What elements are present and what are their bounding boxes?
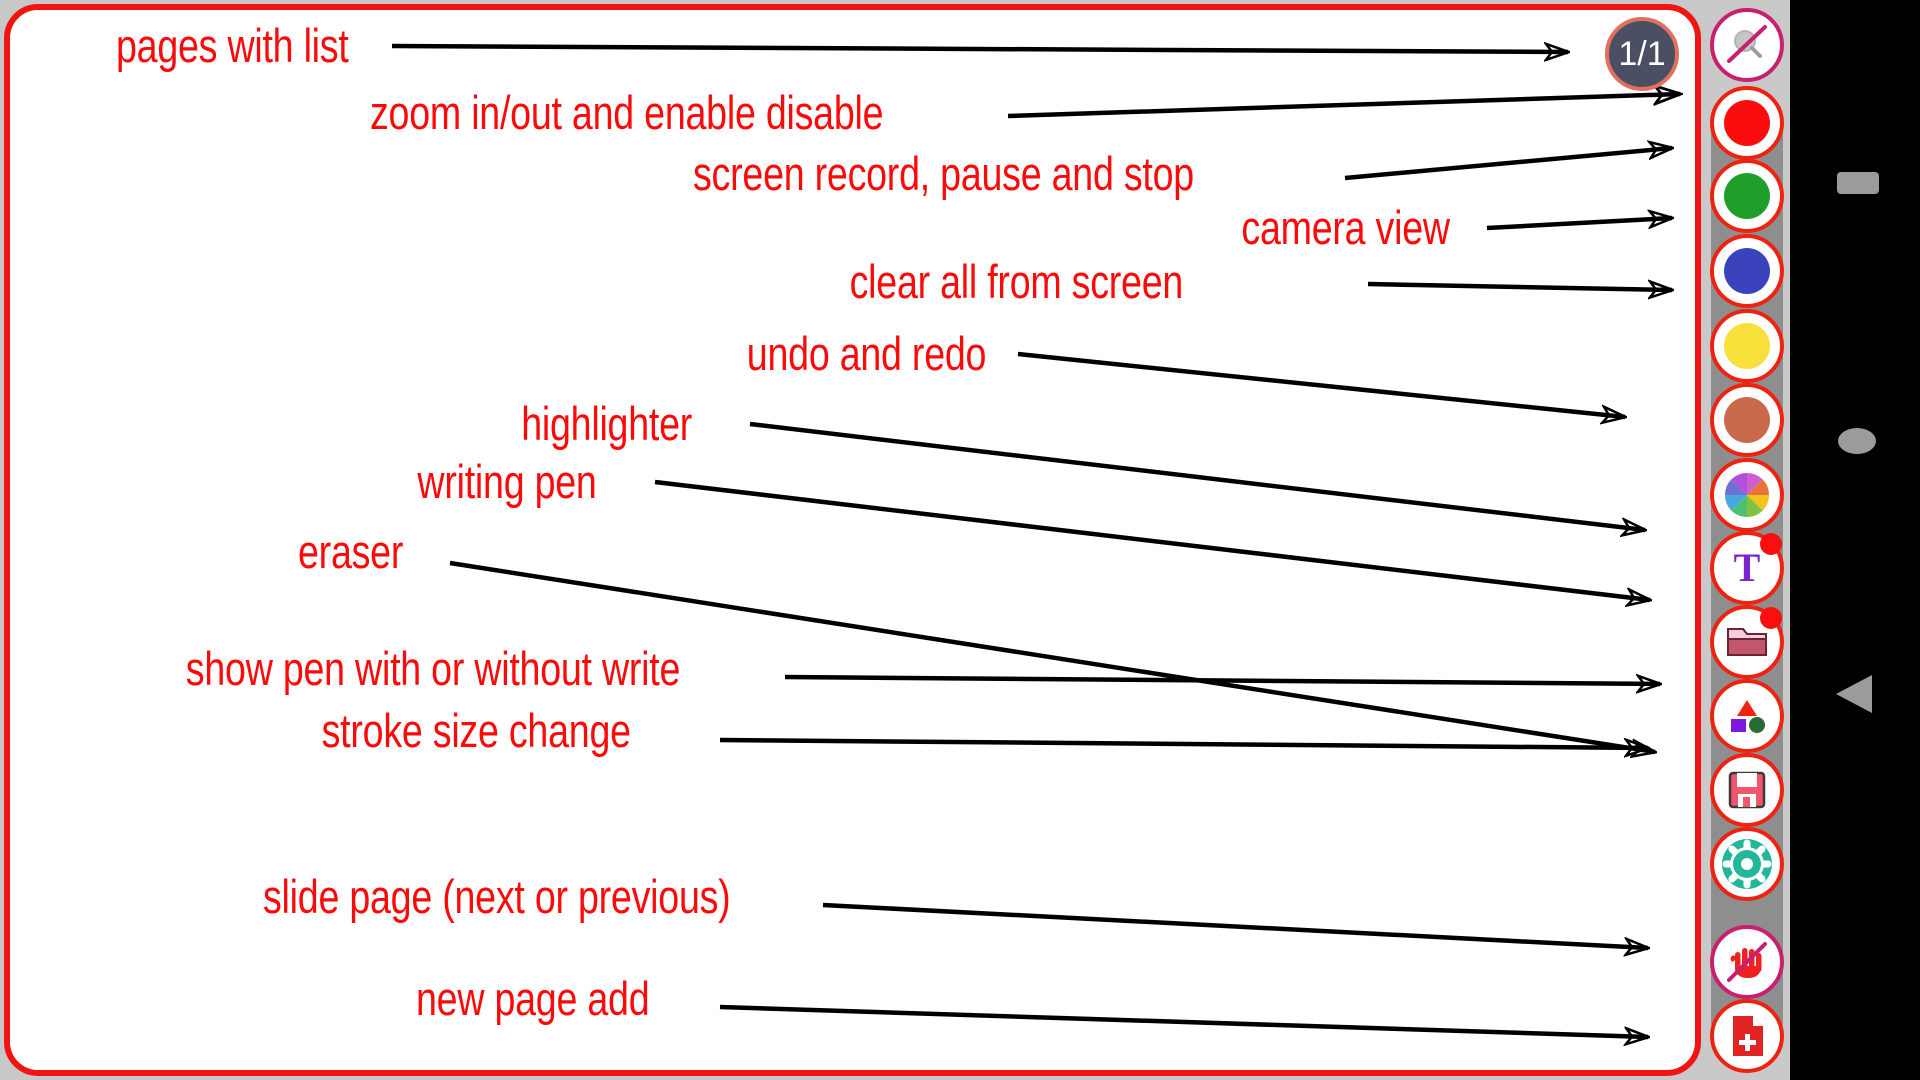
toolbar-item-color-brown[interactable]: [1710, 383, 1784, 457]
recents-button-icon[interactable]: [1837, 172, 1879, 194]
annotation-label-stroke-size: stroke size change: [321, 704, 631, 757]
folder-icon: [1727, 628, 1767, 656]
toolbar-item-color-blue[interactable]: [1710, 234, 1784, 308]
toolbar-item-save[interactable]: [1710, 753, 1784, 827]
toolbar-item-hand-disabled[interactable]: [1710, 925, 1784, 999]
annotation-label-camera-view: camera view: [1241, 201, 1450, 254]
document-plus-icon: [1733, 1016, 1763, 1056]
annotation-label-screen-record: screen record, pause and stop: [693, 147, 1194, 200]
back-button-icon[interactable]: [1836, 675, 1872, 713]
android-navigation-bar: [1790, 0, 1920, 1080]
floppy-save-icon: [1728, 771, 1766, 809]
page-indicator[interactable]: 1/1: [1605, 17, 1679, 91]
magnifier-disabled-icon: [1727, 25, 1767, 63]
gear-icon: [1722, 839, 1772, 889]
leader-line-clear-all: [1367, 284, 1672, 290]
annotation-label-eraser: eraser: [298, 525, 404, 578]
color-wheel-icon: [1724, 472, 1770, 518]
hand-disabled-icon: [1727, 942, 1767, 982]
annotation-label-new-page: new page add: [416, 972, 650, 1025]
toolbar-item-color-green[interactable]: [1710, 159, 1784, 233]
color-swatch-icon: [1724, 173, 1770, 219]
annotation-label-clear-all: clear all from screen: [849, 255, 1184, 308]
home-button-icon[interactable]: [1838, 428, 1876, 454]
toolbar-item-folder[interactable]: [1710, 605, 1784, 679]
leader-line-stroke-size: [719, 737, 1648, 748]
toolbar-item-color-picker[interactable]: [1710, 458, 1784, 532]
annotation-label-slide-page: slide page (next or previous): [263, 870, 731, 923]
leader-line-screen-record: [1344, 148, 1672, 181]
leader-line-zoom: [1007, 94, 1680, 119]
text-tool-badge: [1760, 533, 1782, 555]
color-swatch-icon: [1724, 100, 1770, 146]
toolbar-item-settings[interactable]: [1710, 827, 1784, 901]
svg-text:T: T: [1734, 545, 1761, 590]
leader-line-writing-pen: [654, 479, 1650, 600]
shapes-icon: [1731, 700, 1765, 733]
toolbar-item-color-red[interactable]: [1710, 86, 1784, 160]
annotation-label-undo-redo: undo and redo: [746, 327, 987, 380]
leader-line-camera-view: [1486, 218, 1672, 231]
toolbar-item-color-yellow[interactable]: [1710, 309, 1784, 383]
leader-line-slide-page: [822, 902, 1648, 948]
toolbar-item-text-tool[interactable]: T: [1710, 531, 1784, 605]
leader-line-undo-redo: [1017, 351, 1625, 417]
toolbar-item-add-page[interactable]: [1710, 999, 1784, 1073]
annotation-label-pages-with-list: pages with list: [116, 19, 349, 72]
toolbar-item-zoom-disabled[interactable]: [1710, 8, 1784, 82]
leader-line-highlighter: [749, 421, 1645, 530]
annotation-label-show-pen: show pen with or without write: [185, 642, 681, 695]
folder-badge: [1760, 607, 1782, 629]
color-swatch-icon: [1724, 248, 1770, 294]
leader-line-new-page: [719, 1004, 1648, 1037]
annotation-label-writing-pen: writing pen: [417, 455, 597, 508]
annotation-label-highlighter: highlighter: [521, 397, 693, 450]
color-swatch-icon: [1724, 397, 1770, 443]
page-indicator-label: 1/1: [1618, 34, 1666, 73]
annotation-label-zoom: zoom in/out and enable disable: [370, 86, 884, 139]
toolbar-item-shapes[interactable]: [1710, 679, 1784, 753]
screen-root: pages with list zoom in/out and enable d…: [0, 0, 1920, 1080]
leader-line-pages-with-list: [391, 46, 1568, 52]
color-swatch-icon: [1724, 323, 1770, 369]
